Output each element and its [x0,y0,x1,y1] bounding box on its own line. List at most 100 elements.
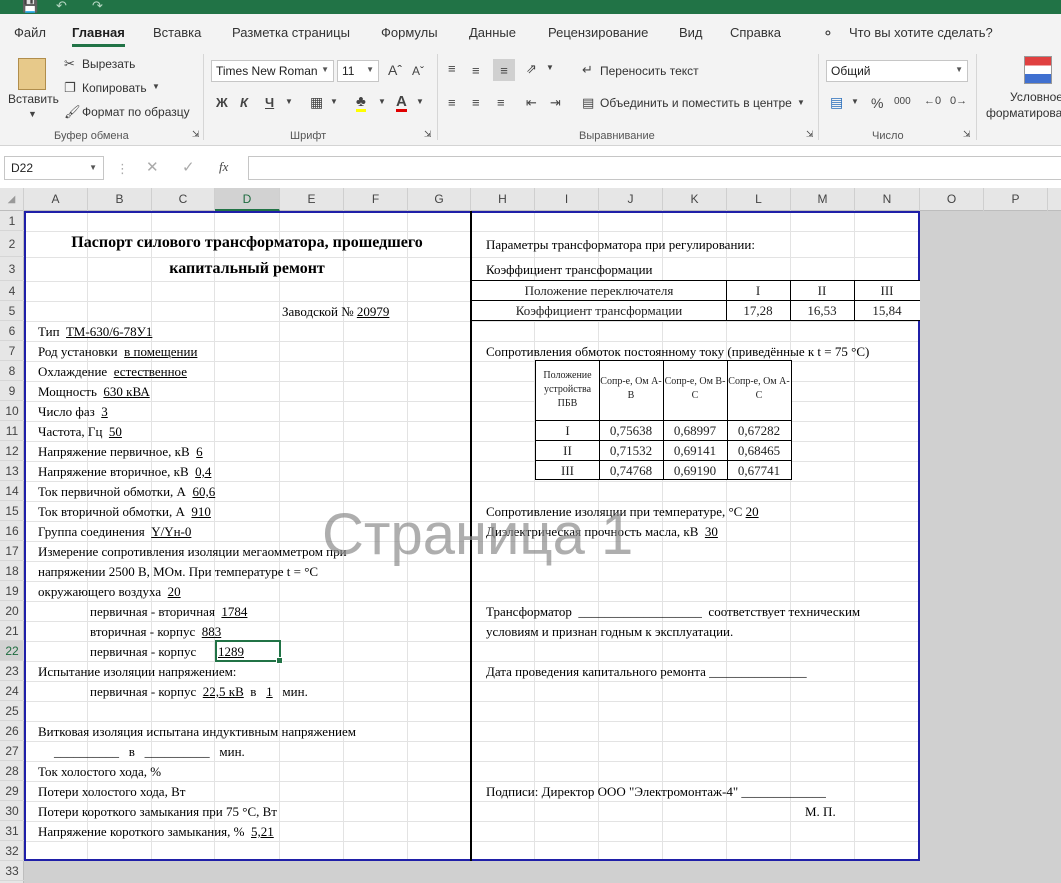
thousands-button[interactable]: 000 [894,97,911,107]
percent-button[interactable]: % [871,96,883,110]
dialog-launcher-icon[interactable]: ⇲ [806,130,814,139]
font-size-select[interactable]: 11 ▼ [337,60,379,82]
currency-icon[interactable]: ▤ [830,95,843,109]
name-box[interactable]: D22 ▼ [4,156,104,180]
tab-formulas[interactable]: Формулы [381,25,438,40]
chevron-down-icon[interactable]: ▼ [28,110,37,119]
row-header[interactable]: 17 [0,541,24,561]
orientation-icon[interactable]: ⇗ [526,62,537,75]
font-color-icon[interactable]: A [396,94,407,112]
row-header[interactable]: 27 [0,741,24,761]
chevron-down-icon[interactable]: ▼ [546,64,554,72]
row-header[interactable]: 14 [0,481,24,501]
redo-icon[interactable]: ↷ [92,0,103,14]
row-header[interactable]: 16 [0,521,24,541]
row-header[interactable]: 24 [0,681,24,701]
col-header-d[interactable]: D [215,188,280,211]
row-header[interactable]: 28 [0,761,24,781]
enter-icon[interactable]: ✓ [182,160,195,175]
row-header[interactable]: 3 [0,257,24,281]
active-cell-selection[interactable] [215,640,283,664]
select-all-corner[interactable]: ◢ [0,188,24,211]
row-header[interactable]: 31 [0,821,24,841]
number-format-select[interactable]: Общий ▼ [826,60,968,82]
row-header[interactable]: 19 [0,581,24,601]
row-header[interactable]: 4 [0,281,24,301]
align-center-icon[interactable]: ≡ [472,96,480,109]
row-header[interactable]: 2 [0,231,24,257]
bold-button[interactable]: Ж [216,96,228,109]
align-middle-icon[interactable]: ≡ [472,64,480,77]
tab-file[interactable]: Файл [14,25,46,40]
chevron-down-icon[interactable]: ▼ [378,98,386,106]
row-header[interactable]: 18 [0,561,24,581]
row-header[interactable]: 21 [0,621,24,641]
row-header[interactable]: 5 [0,301,24,321]
row-header[interactable]: 20 [0,601,24,621]
row-header[interactable]: 23 [0,661,24,681]
dialog-launcher-icon[interactable]: ⇲ [963,130,971,139]
chevron-down-icon[interactable]: ▼ [330,98,338,106]
col-header-h[interactable]: H [471,188,535,211]
col-header-c[interactable]: C [152,188,215,211]
tab-insert[interactable]: Вставка [153,25,201,40]
row-header[interactable]: 25 [0,701,24,721]
shrink-font-icon[interactable]: Aˇ [412,65,424,77]
decrease-decimal-icon[interactable]: 0→ [950,96,967,107]
grow-font-icon[interactable]: Aˆ [388,63,402,77]
undo-icon[interactable]: ↶ [56,0,67,14]
row-header[interactable]: 9 [0,381,24,401]
row-header[interactable]: 7 [0,341,24,361]
col-header-a[interactable]: A [24,188,88,211]
row-header[interactable]: 11 [0,421,24,441]
tab-data[interactable]: Данные [469,25,516,40]
col-header-j[interactable]: J [599,188,663,211]
chevron-down-icon[interactable]: ▼ [851,98,859,106]
tab-view[interactable]: Вид [679,25,703,40]
align-bottom-icon[interactable]: ≡ [493,59,515,81]
row-header[interactable]: 33 [0,861,24,881]
chevron-down-icon[interactable]: ▼ [797,99,805,107]
chevron-down-icon[interactable]: ▼ [152,83,160,91]
col-header-p[interactable]: P [984,188,1048,211]
dialog-launcher-icon[interactable]: ⇲ [424,130,432,139]
align-left-icon[interactable]: ≡ [448,96,456,109]
borders-icon[interactable]: ▦ [310,95,323,109]
col-header-g[interactable]: G [408,188,471,211]
underline-button[interactable]: Ч [265,96,274,109]
row-header[interactable]: 26 [0,721,24,741]
row-header[interactable]: 1 [0,211,24,231]
font-name-select[interactable]: Times New Roman ▼ [211,60,334,82]
row-header[interactable]: 6 [0,321,24,341]
format-painter-button[interactable]: Формат по образцу [82,105,190,119]
tell-me-search[interactable]: Что вы хотите сделать? [849,25,993,40]
row-header[interactable]: 8 [0,361,24,381]
decrease-indent-icon[interactable]: ⇤ [526,96,537,109]
italic-button[interactable]: К [240,96,248,109]
chevron-down-icon[interactable]: ▼ [285,98,293,106]
cut-button[interactable]: Вырезать [82,57,135,71]
row-header[interactable]: 29 [0,781,24,801]
increase-decimal-icon[interactable]: ←0 [924,96,941,107]
align-right-icon[interactable]: ≡ [497,96,505,109]
col-header-f[interactable]: F [344,188,408,211]
col-header-b[interactable]: B [88,188,152,211]
row-header[interactable]: 13 [0,461,24,481]
merge-center-button[interactable]: Объединить и поместить в центре [600,96,792,110]
paste-button[interactable]: Вставить [8,92,59,106]
cancel-icon[interactable]: ✕ [146,160,159,175]
col-header-i[interactable]: I [535,188,599,211]
chevron-down-icon[interactable]: ▼ [416,98,424,106]
row-header[interactable]: 10 [0,401,24,421]
tab-review[interactable]: Рецензирование [548,25,648,40]
copy-button[interactable]: Копировать [82,81,147,95]
tab-page-layout[interactable]: Разметка страницы [232,25,350,40]
paste-icon[interactable] [18,58,46,90]
worksheet-grid[interactable]: Паспорт силового трансформатора, прошедш… [24,211,1061,883]
col-header-e[interactable]: E [280,188,344,211]
col-header-l[interactable]: L [727,188,791,211]
formula-input[interactable] [248,156,1061,180]
insert-function-icon[interactable]: fx [219,160,228,173]
row-header[interactable]: 15 [0,501,24,521]
tab-home[interactable]: Главная [72,25,125,47]
